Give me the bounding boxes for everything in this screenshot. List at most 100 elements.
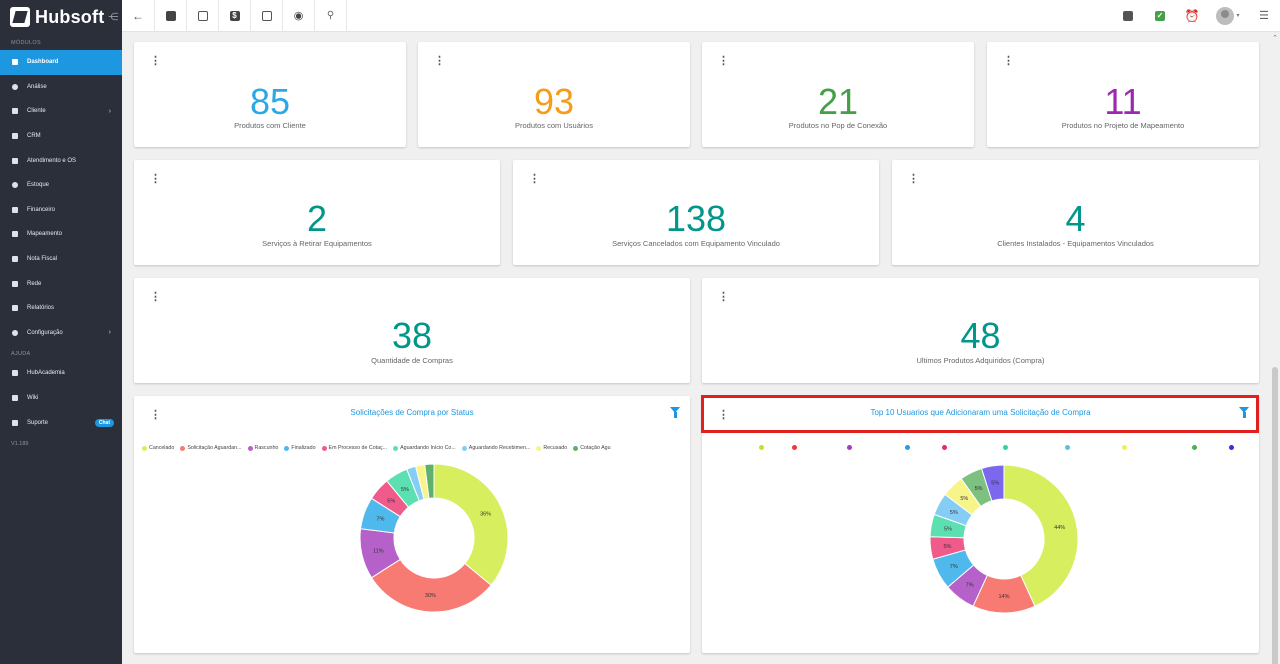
calendar-clock-icon bbox=[197, 10, 208, 21]
document-button[interactable] bbox=[1112, 0, 1144, 32]
slice-label: 44% bbox=[1054, 525, 1065, 531]
chart-card-top-users: ⋮ Top 10 Usuarios que Adicionaram uma So… bbox=[702, 396, 1259, 653]
card-menu-icon[interactable]: ⋮ bbox=[1003, 56, 1014, 67]
stat-card-last-products: ⋮ 48 Ultimos Produtos Adquiridos (Compra… bbox=[702, 278, 1259, 383]
stat-value: 93 bbox=[533, 81, 575, 122]
chevron-right-icon: › bbox=[108, 329, 111, 337]
sidebar-item-rede[interactable]: Rede bbox=[0, 271, 122, 296]
card-menu-icon[interactable]: ⋮ bbox=[718, 56, 729, 67]
pie-slice[interactable] bbox=[433, 463, 509, 586]
stat-value: 4 bbox=[1065, 198, 1086, 239]
nav-list: Dashboard Análise Cliente › CRM Atendimento e… bbox=[0, 50, 122, 345]
card-menu-icon[interactable]: ⋮ bbox=[434, 56, 445, 67]
menu-button[interactable]: ☰ bbox=[1248, 0, 1280, 32]
sidebar-item-wiki[interactable]: Wiki bbox=[0, 386, 122, 411]
analysis-icon bbox=[12, 83, 18, 90]
card-menu-icon[interactable]: ⋮ bbox=[150, 56, 161, 67]
stat-card-products-pop: ⋮ 21 Produtos no Pop de Conexão bbox=[702, 42, 974, 147]
sidebar-item-configura-o[interactable]: Configuração › bbox=[0, 321, 122, 346]
sidebar-item-dashboard[interactable]: Dashboard bbox=[0, 50, 122, 75]
sidebar-item-label: Nota Fiscal bbox=[27, 256, 58, 263]
wiki-icon bbox=[12, 395, 18, 402]
list-menu-icon: ☰ bbox=[1259, 10, 1269, 22]
user-menu-button[interactable]: ▾ bbox=[1208, 0, 1248, 32]
contact-card-icon bbox=[165, 10, 176, 21]
stat-label: Serviços Cancelados com Equipamento Vinc… bbox=[612, 239, 780, 248]
stat-value: 48 bbox=[960, 315, 1001, 356]
chat-badge[interactable]: Chat bbox=[94, 418, 114, 427]
stat-label: Produtos com Usuários bbox=[515, 121, 593, 130]
eye-icon: ◉ bbox=[293, 10, 304, 22]
sidebar-toggle-icon[interactable]: ⋲ bbox=[108, 12, 118, 23]
sidebar-item-atendimento-e-os[interactable]: Atendimento e OS bbox=[0, 148, 122, 173]
network-icon bbox=[12, 280, 18, 287]
sidebar-item-relat-rios[interactable]: Relatórios bbox=[0, 296, 122, 321]
scroll-thumb[interactable] bbox=[1272, 367, 1278, 664]
crm-icon bbox=[12, 133, 18, 140]
messages-button[interactable]: ✓ bbox=[1144, 0, 1176, 32]
chevron-down-icon: ▾ bbox=[1236, 13, 1240, 19]
client-icon bbox=[12, 108, 18, 115]
contacts-button[interactable] bbox=[155, 0, 187, 32]
sidebar-item-hubacademia[interactable]: HubAcademia bbox=[0, 361, 122, 386]
slice-label: 14% bbox=[998, 594, 1009, 600]
sidebar-item-label: Configuração bbox=[27, 329, 63, 336]
card-menu-icon[interactable]: ⋮ bbox=[908, 174, 919, 185]
search-button[interactable]: ⚲ bbox=[315, 0, 347, 32]
sidebar-item-financeiro[interactable]: Financeiro bbox=[0, 198, 122, 223]
card-menu-icon[interactable]: ⋮ bbox=[529, 174, 540, 185]
stat-value: 11 bbox=[1104, 81, 1142, 122]
back-button[interactable]: ← bbox=[122, 0, 155, 32]
sidebar-item-label: Wiki bbox=[27, 395, 39, 402]
sidebar-item-nota-fiscal[interactable]: Nota Fiscal bbox=[0, 247, 122, 272]
slice-label: 7% bbox=[966, 582, 974, 588]
academy-icon bbox=[12, 370, 18, 377]
logo-icon bbox=[10, 7, 30, 27]
sidebar-item-crm[interactable]: CRM bbox=[0, 124, 122, 149]
settings-icon bbox=[12, 329, 18, 336]
stat-value: 138 bbox=[665, 198, 727, 239]
scrollbar[interactable]: ⌃ bbox=[1270, 32, 1280, 664]
stat-card-clients-installed: ⋮ 4 Clientes Instalados - Equipamentos V… bbox=[892, 160, 1259, 265]
view-button[interactable]: ◉ bbox=[283, 0, 315, 32]
sidebar-item-estoque[interactable]: Estoque bbox=[0, 173, 122, 198]
donut-chart-top-users: 44% 14% 7% 7% 5% 5% 5% 5% 5% 5% bbox=[929, 464, 1079, 614]
sidebar-item-suporte[interactable]: Suporte Chat bbox=[0, 410, 122, 435]
sidebar-item-cliente[interactable]: Cliente › bbox=[0, 99, 122, 124]
slice-label: 5% bbox=[387, 498, 395, 504]
stat-card-products-mapping: ⋮ 11 Produtos no Projeto de Mapeamento bbox=[987, 42, 1259, 147]
help-list: HubAcademia Wiki Suporte Chat bbox=[0, 361, 122, 435]
finance-button[interactable]: $ bbox=[219, 0, 251, 32]
card-menu-icon[interactable]: ⋮ bbox=[150, 292, 161, 303]
alerts-button[interactable]: ⏰ bbox=[1176, 0, 1208, 32]
stat-card-products-client: ⋮ 85 Produtos com Cliente bbox=[134, 42, 406, 147]
stat-card-services-remove: ⋮ 2 Serviços à Retirar Equipamentos bbox=[134, 160, 500, 265]
stat-card-purchases: ⋮ 38 Quantidade de Compras bbox=[134, 278, 690, 383]
invoice-icon bbox=[12, 256, 18, 263]
logo-text: Hubsoft bbox=[35, 6, 105, 27]
logo[interactable]: Hubsoft ⋲ bbox=[0, 0, 122, 34]
alarm-icon: ⏰ bbox=[1184, 8, 1200, 23]
sidebar-item-an-lise[interactable]: Análise bbox=[0, 75, 122, 100]
card-menu-icon[interactable]: ⋮ bbox=[150, 174, 161, 185]
message-check-icon: ✓ bbox=[1155, 10, 1165, 21]
sidebar-item-mapeamento[interactable]: Mapeamento bbox=[0, 222, 122, 247]
slice-label: 36% bbox=[480, 512, 491, 518]
card-menu-icon[interactable]: ⋮ bbox=[718, 292, 729, 303]
sidebar-item-label: Atendimento e OS bbox=[27, 157, 77, 164]
stat-card-services-cancelled: ⋮ 138 Serviços Cancelados com Equipament… bbox=[513, 160, 879, 265]
stat-value: 2 bbox=[306, 198, 328, 239]
top-toolbar: ← $ ◉ ⚲ ✓ ⏰ ▾ ☰ bbox=[122, 0, 1280, 32]
scroll-up-icon[interactable]: ⌃ bbox=[1272, 34, 1278, 42]
section-modules-label: MÓDULOS bbox=[11, 40, 41, 46]
stat-label: Produtos no Pop de Conexão bbox=[788, 121, 888, 130]
slice-label: 7% bbox=[376, 517, 384, 523]
version-label: V1.189 bbox=[11, 440, 29, 447]
slice-label: 5% bbox=[960, 496, 968, 502]
stat-label: Produtos com Cliente bbox=[234, 121, 306, 130]
schedule-button[interactable] bbox=[187, 0, 219, 32]
stat-card-products-users: ⋮ 93 Produtos com Usuários bbox=[418, 42, 690, 147]
sidebar-item-label: Mapeamento bbox=[27, 231, 63, 238]
terminal-button[interactable] bbox=[251, 0, 283, 32]
slice-label: 5% bbox=[975, 486, 983, 492]
